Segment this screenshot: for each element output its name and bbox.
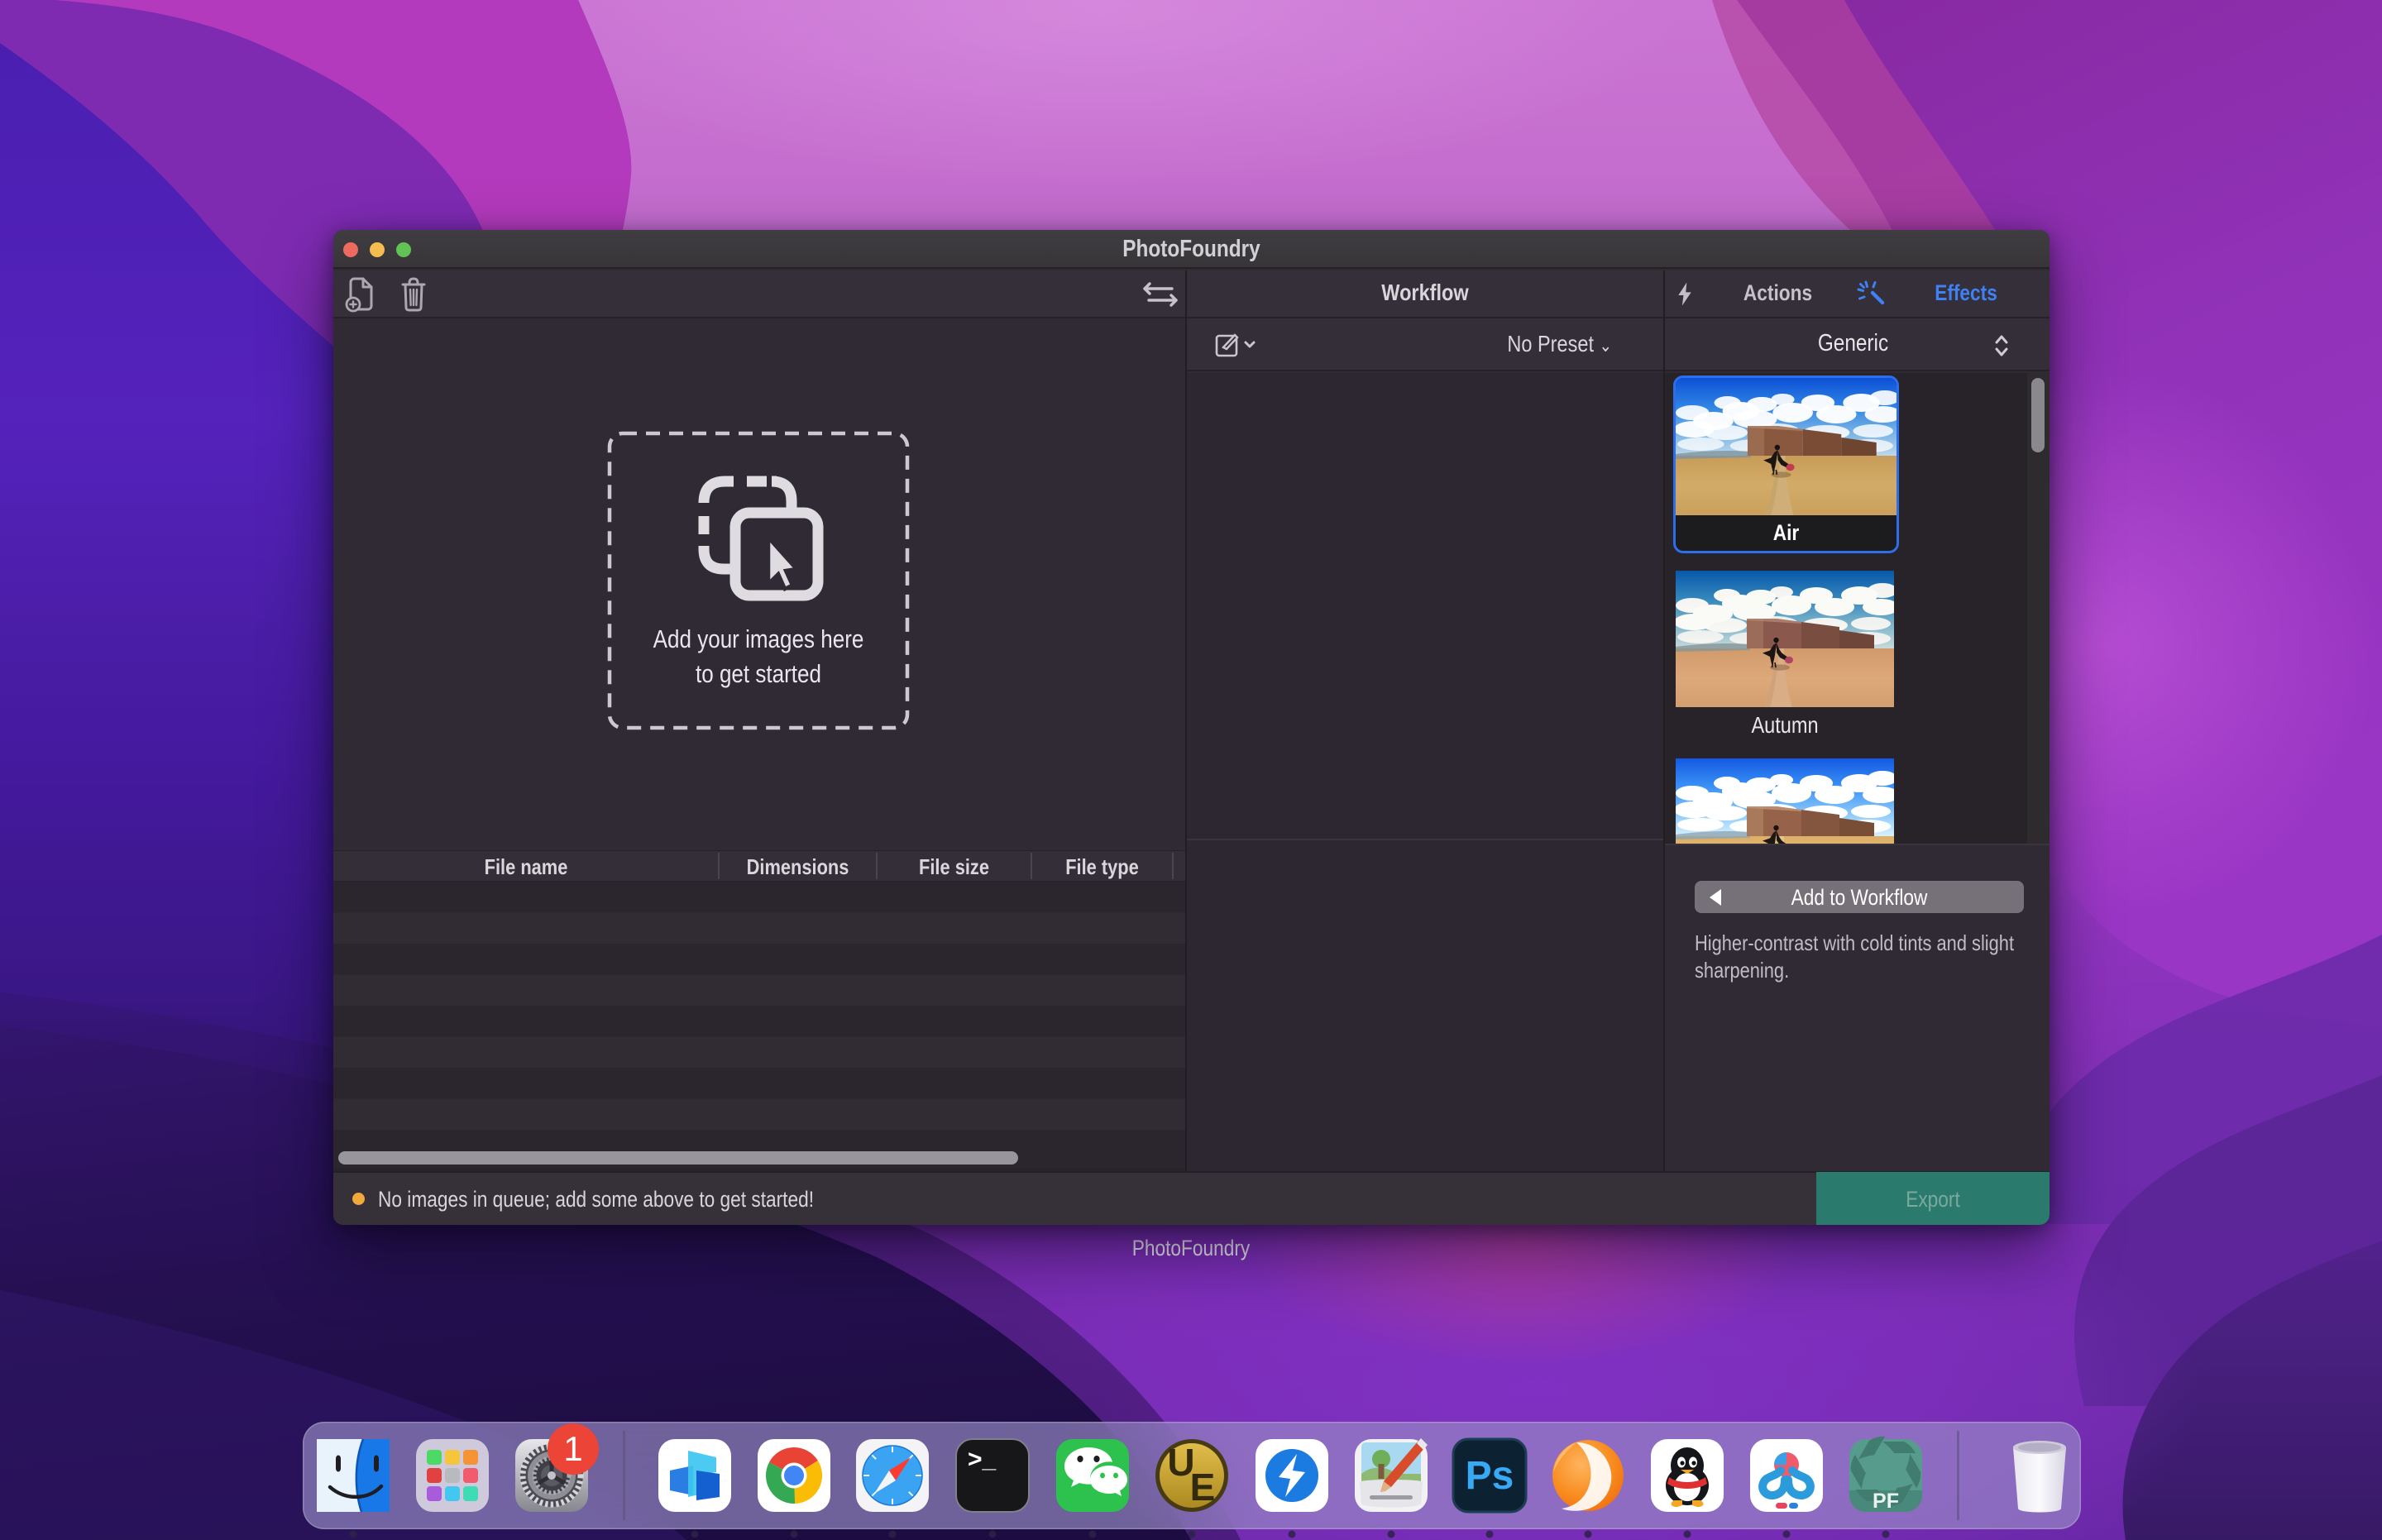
svg-text:Ps: Ps [1466, 1454, 1514, 1498]
svg-text:E: E [1190, 1466, 1216, 1509]
svg-text:PF: PF [1873, 1490, 1899, 1513]
svg-text:1: 1 [563, 1429, 582, 1468]
svg-text:>_: >_ [968, 1446, 997, 1473]
